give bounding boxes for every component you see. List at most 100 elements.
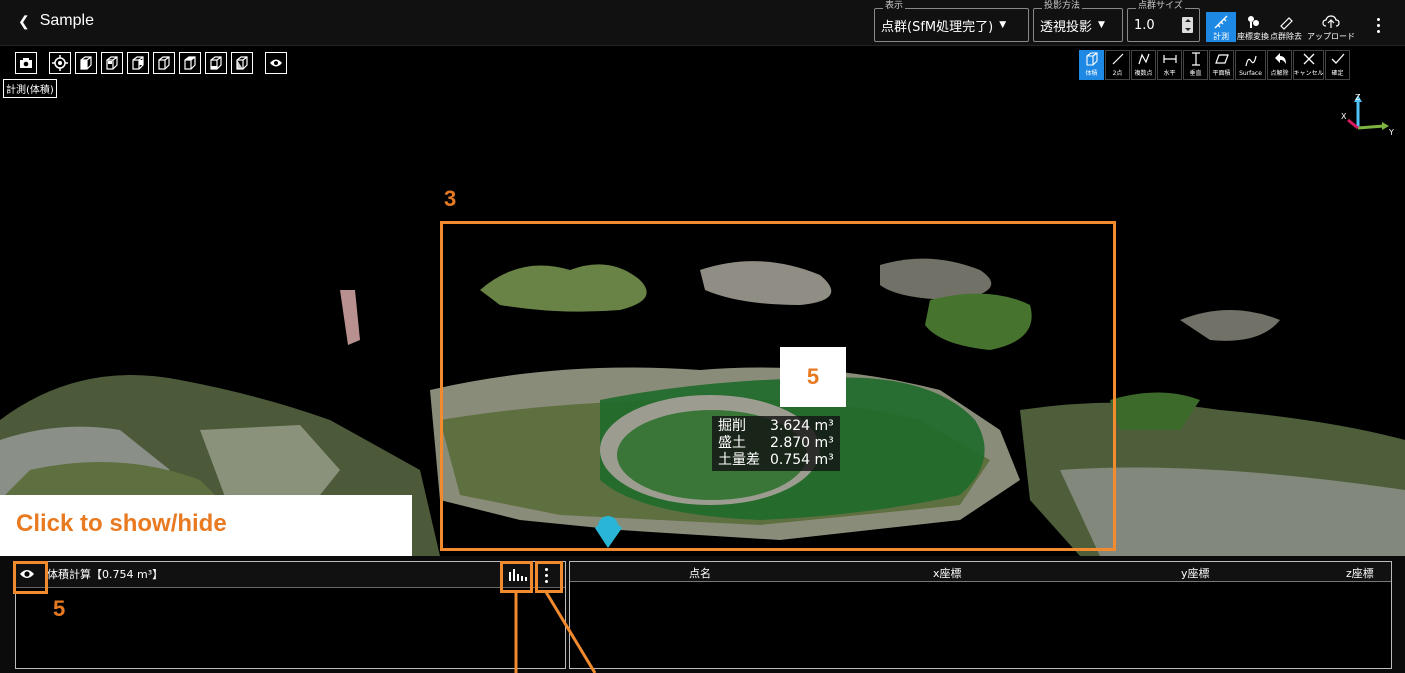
measure-label: 計測 (1213, 32, 1229, 41)
annotation-box-more (535, 561, 563, 593)
line-icon (1112, 53, 1123, 65)
annotation-hint: Click to show/hide (0, 495, 412, 557)
cloud-upload-icon (1322, 15, 1340, 28)
tool-multi-point[interactable]: 複数点 (1131, 50, 1156, 80)
volume-title: 体積計算【0.754 m³】 (47, 568, 164, 581)
display-value: 点群(SfM処理完了) (881, 19, 994, 35)
tool-confirm[interactable]: 確定 (1325, 50, 1350, 80)
result-value: 0.754 m³ (770, 452, 834, 468)
annotation-number-5-panel: 5 (53, 596, 66, 621)
cube-icon (236, 56, 248, 70)
upload-label: アップロード (1307, 32, 1355, 41)
result-value: 2.870 m³ (770, 435, 834, 451)
tool-label: 点解除 (1270, 70, 1289, 77)
result-row: 盛土 2.870 m³ (718, 435, 834, 452)
focus-button[interactable] (49, 52, 71, 74)
ruler-icon (1214, 15, 1228, 29)
upload-button[interactable]: アップロード (1303, 12, 1359, 42)
view-right-button[interactable] (179, 52, 201, 74)
undo-icon (1274, 53, 1286, 64)
visibility-button[interactable] (265, 52, 287, 74)
tool-cancel[interactable]: キャンセル (1293, 50, 1324, 80)
points-table-header: 点名 x座標 y座標 z座標 (570, 562, 1391, 582)
measure-button[interactable]: 計測 (1206, 12, 1236, 42)
col-point-name: 点名 (689, 567, 711, 580)
tool-label: 水平 (1163, 70, 1176, 77)
point-size-input[interactable]: 点群サイズ 1.0 (1127, 0, 1200, 42)
view-top-button[interactable] (205, 52, 227, 74)
result-value: 3.624 m³ (770, 418, 834, 434)
mode-label: 計測(体積) (3, 79, 57, 98)
annotation-box-scene (440, 221, 1116, 551)
tool-volume[interactable]: 体積 (1079, 50, 1104, 80)
result-label: 掘削 (718, 418, 746, 434)
axis-y-label: Y (1388, 128, 1394, 136)
back-button[interactable]: ❮ Sample (18, 12, 94, 30)
view-iso-button[interactable] (75, 52, 97, 74)
vertical-icon (1191, 52, 1200, 66)
result-label: 盛土 (718, 435, 746, 451)
tool-surface[interactable]: Surface (1235, 50, 1266, 80)
axis-z-label: Z (1355, 93, 1361, 102)
annotation-leader-lines (514, 592, 597, 673)
result-row: 土量差 0.754 m³ (718, 452, 834, 469)
tool-label: 確定 (1331, 70, 1344, 77)
projection-select[interactable]: 投影方法 透視投影 ▼ (1033, 0, 1123, 42)
point-size-value: 1.0 (1134, 17, 1155, 33)
measure-toolbar: 体積 2点 複数点 水平 垂直 平面積 Surface 点解除 キャンセル 確定 (1079, 50, 1350, 80)
col-y: y座標 (1181, 567, 1210, 580)
tool-horizontal[interactable]: 水平 (1157, 50, 1182, 80)
cube-icon (210, 56, 222, 70)
view-front-button[interactable] (101, 52, 123, 74)
cube-icon (184, 56, 196, 70)
project-title: Sample (39, 12, 94, 29)
coord-transform-button[interactable]: 座標変換 (1237, 12, 1269, 42)
crosshair-icon (52, 55, 68, 71)
camera-icon (20, 58, 32, 68)
view-back-button[interactable] (127, 52, 149, 74)
close-icon (1303, 53, 1314, 65)
point-remove-button[interactable]: 点群除去 (1270, 12, 1302, 42)
cube-icon (106, 56, 118, 70)
caret-down-icon: ▼ (1098, 20, 1105, 30)
tool-label: 複数点 (1134, 70, 1153, 77)
annotation-box-chart (500, 561, 533, 593)
axis-gizmo: Z X Y (1341, 93, 1394, 136)
tool-undo-point[interactable]: 点解除 (1267, 50, 1292, 80)
cube-icon (132, 56, 144, 70)
annotation-number-5: 5 (780, 347, 846, 407)
col-z: z座標 (1346, 567, 1374, 580)
caret-down-icon: ▼ (999, 20, 1007, 30)
chevron-left-icon: ❮ (18, 12, 30, 29)
view-bottom-button[interactable] (231, 52, 253, 74)
check-icon (1331, 53, 1344, 64)
cube-icon (158, 56, 170, 70)
tool-label: 垂直 (1189, 70, 1202, 77)
polyline-icon (1137, 53, 1150, 65)
display-legend: 表示 (883, 0, 906, 12)
col-x: x座標 (933, 567, 962, 580)
annotation-box-eye (13, 561, 48, 594)
tool-vertical[interactable]: 垂直 (1183, 50, 1208, 80)
points-table: 点名 x座標 y座標 z座標 (569, 561, 1392, 669)
spinner-icon[interactable] (1182, 17, 1193, 33)
result-label: 土量差 (718, 452, 760, 468)
tool-plane-area[interactable]: 平面積 (1209, 50, 1234, 80)
projection-legend: 投影方法 (1042, 0, 1083, 12)
eye-icon (270, 59, 282, 67)
viewer-root: ❮ Sample 表示 点群(SfM処理完了) ▼ 投影方法 透視投影 ▼ 点群サイ… (0, 0, 1405, 673)
more-menu-button[interactable] (1370, 14, 1386, 36)
tool-label: 平面積 (1212, 70, 1231, 77)
tool-label: 2点 (1112, 70, 1123, 77)
coord-transform-label: 座標変換 (1237, 32, 1269, 41)
display-select[interactable]: 表示 点群(SfM処理完了) ▼ (874, 0, 1029, 42)
result-row: 掘削 3.624 m³ (718, 418, 834, 435)
point-size-legend: 点群サイズ (1136, 0, 1185, 12)
view-left-button[interactable] (153, 52, 175, 74)
tool-label: キャンセル (1293, 70, 1324, 77)
axis-x-label: X (1341, 112, 1347, 121)
projection-value: 透視投影 (1040, 19, 1093, 35)
tool-two-point[interactable]: 2点 (1105, 50, 1130, 80)
volume-result-label: 掘削 3.624 m³ 盛土 2.870 m³ 土量差 0.754 m³ (712, 416, 840, 471)
camera-button[interactable] (15, 52, 37, 74)
